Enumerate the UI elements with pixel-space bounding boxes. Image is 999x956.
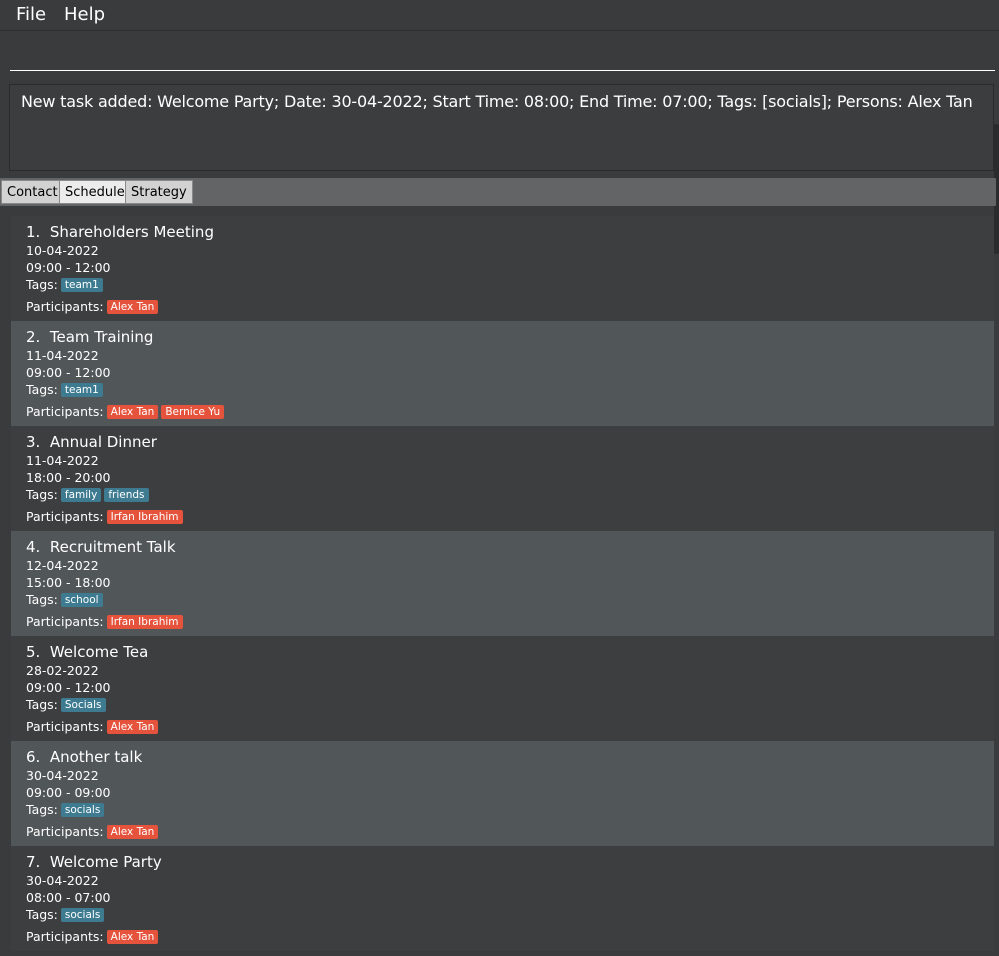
participants-label: Participants: xyxy=(26,299,104,314)
task-date: 30-04-2022 xyxy=(26,873,99,888)
menu-help[interactable]: Help xyxy=(64,4,105,25)
task-time: 18:00 - 20:00 xyxy=(26,470,111,485)
task-tags: Tags: family friends xyxy=(26,487,149,502)
task-title: 5. Welcome Tea xyxy=(26,643,149,661)
participants-label: Participants: xyxy=(26,824,104,839)
participant-chip: Irfan Ibrahim xyxy=(106,510,183,524)
task-date: 10-04-2022 xyxy=(26,243,99,258)
task-card[interactable]: 1. Shareholders Meeting 10-04-2022 09:00 -… xyxy=(11,216,994,321)
task-title: 3. Annual Dinner xyxy=(26,433,157,451)
menu-file[interactable]: File xyxy=(16,4,46,25)
task-title: 6. Another talk xyxy=(26,748,143,766)
tag-chip: school xyxy=(60,593,103,607)
tag-chip: family xyxy=(60,488,102,502)
tab-strategy[interactable]: Strategy xyxy=(125,180,193,204)
task-tags: Tags: socials xyxy=(26,907,105,922)
task-participants: Participants: Alex Tan xyxy=(26,719,159,734)
tags-label: Tags: xyxy=(26,487,58,502)
command-input[interactable] xyxy=(10,39,995,71)
task-time: 09:00 - 12:00 xyxy=(26,365,111,380)
command-box xyxy=(0,31,999,83)
tags-label: Tags: xyxy=(26,907,58,922)
menu-bar: File Help xyxy=(0,0,999,31)
task-card[interactable]: 5. Welcome Tea 28-02-2022 09:00 - 12:00 Tag… xyxy=(11,636,994,741)
participants-label: Participants: xyxy=(26,404,104,419)
tab-schedule[interactable]: Schedule xyxy=(59,180,131,204)
task-tags: Tags: school xyxy=(26,592,103,607)
tag-chip: socials xyxy=(60,803,105,817)
task-participants: Participants: Irfan Ibrahim xyxy=(26,509,183,524)
tags-label: Tags: xyxy=(26,592,58,607)
tags-label: Tags: xyxy=(26,802,58,817)
task-list: 1. Shareholders Meeting 10-04-2022 09:00 -… xyxy=(11,216,994,956)
task-title: 4. Recruitment Talk xyxy=(26,538,176,556)
task-tags: Tags: team1 xyxy=(26,382,103,397)
participants-label: Participants: xyxy=(26,509,104,524)
tag-chip: Socials xyxy=(60,698,106,712)
participants-label: Participants: xyxy=(26,929,104,944)
participant-chip: Bernice Yu xyxy=(161,405,225,419)
tags-label: Tags: xyxy=(26,697,58,712)
result-display: New task added: Welcome Party; Date: 30-… xyxy=(9,84,994,171)
task-time: 15:00 - 18:00 xyxy=(26,575,111,590)
result-message: New task added: Welcome Party; Date: 30-… xyxy=(21,92,973,111)
task-card[interactable]: 6. Another talk 30-04-2022 09:00 - 09:00 Ta… xyxy=(11,741,994,846)
task-participants: Participants: Alex Tan xyxy=(26,824,159,839)
task-participants: Participants: Alex Tan Bernice Yu xyxy=(26,404,225,419)
task-title: 1. Shareholders Meeting xyxy=(26,223,214,241)
task-participants: Participants: Alex Tan xyxy=(26,929,159,944)
participants-label: Participants: xyxy=(26,719,104,734)
task-date: 11-04-2022 xyxy=(26,453,99,468)
task-time: 08:00 - 07:00 xyxy=(26,890,111,905)
task-title: 7. Welcome Party xyxy=(26,853,162,871)
participant-chip: Alex Tan xyxy=(106,930,159,944)
participant-chip: Alex Tan xyxy=(106,720,159,734)
task-card[interactable]: 2. Team Training 11-04-2022 09:00 - 12:00 T… xyxy=(11,321,994,426)
tag-chip: friends xyxy=(104,488,149,502)
task-card[interactable]: 4. Recruitment Talk 12-04-2022 15:00 - 18:… xyxy=(11,531,994,636)
task-participants: Participants: Irfan Ibrahim xyxy=(26,614,183,629)
task-participants: Participants: Alex Tan xyxy=(26,299,159,314)
task-date: 12-04-2022 xyxy=(26,558,99,573)
task-tags: Tags: socials xyxy=(26,802,105,817)
participants-label: Participants: xyxy=(26,614,104,629)
task-time: 09:00 - 12:00 xyxy=(26,260,111,275)
tag-chip: team1 xyxy=(60,278,103,292)
task-time: 09:00 - 12:00 xyxy=(26,680,111,695)
task-date: 28-02-2022 xyxy=(26,663,99,678)
tags-label: Tags: xyxy=(26,382,58,397)
participant-chip: Irfan Ibrahim xyxy=(106,615,183,629)
tag-chip: team1 xyxy=(60,383,103,397)
tab-bar: Contact Schedule Strategy xyxy=(0,178,996,206)
task-card[interactable]: 7. Welcome Party 30-04-2022 08:00 - 07:00 T… xyxy=(11,846,994,951)
participant-chip: Alex Tan xyxy=(106,300,159,314)
task-date: 30-04-2022 xyxy=(26,768,99,783)
task-card[interactable]: 3. Annual Dinner 11-04-2022 18:00 - 20:00 T… xyxy=(11,426,994,531)
task-date: 11-04-2022 xyxy=(26,348,99,363)
task-tags: Tags: team1 xyxy=(26,277,103,292)
task-time: 09:00 - 09:00 xyxy=(26,785,111,800)
tags-label: Tags: xyxy=(26,277,58,292)
tab-contact[interactable]: Contact xyxy=(1,180,64,204)
task-tags: Tags: Socials xyxy=(26,697,106,712)
tag-chip: socials xyxy=(60,908,105,922)
participant-chip: Alex Tan xyxy=(106,405,159,419)
participant-chip: Alex Tan xyxy=(106,825,159,839)
task-title: 2. Team Training xyxy=(26,328,154,346)
